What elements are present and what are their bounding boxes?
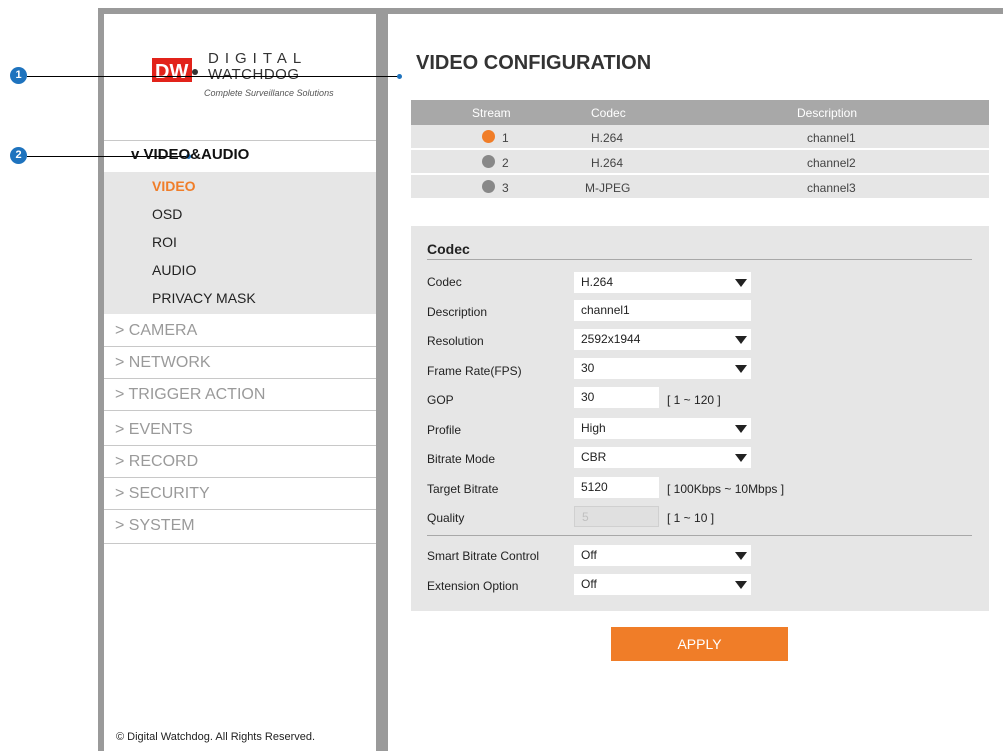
sidebar-item-camera[interactable]: > CAMERA [115, 322, 197, 340]
column-header-description: Description [797, 106, 858, 120]
sidebar-item-system[interactable]: > SYSTEM [115, 517, 195, 535]
digital-watchdog-logo: DW DIGITAL WATCHDOG Complete Surveillanc… [152, 50, 334, 110]
profile-select-value: High [581, 421, 606, 435]
column-header-stream: Stream [472, 106, 511, 120]
stream-description: channel1 [807, 131, 856, 145]
stream-number: 3 [502, 181, 509, 195]
table-row[interactable]: 1 H.264 channel1 [411, 125, 989, 150]
stream-number: 2 [502, 156, 509, 170]
frame-rate-select[interactable]: 30 [574, 358, 751, 379]
sidebar-subitem-osd[interactable]: OSD [152, 206, 182, 222]
smart-bitrate-label: Smart Bitrate Control [427, 549, 540, 563]
sidebar-item-trigger-action[interactable]: > TRIGGER ACTION [115, 386, 265, 404]
table-row[interactable]: 2 H.264 channel2 [411, 150, 989, 175]
sidebar-item-events[interactable]: > EVENTS [115, 421, 193, 439]
dropdown-arrow-icon [735, 365, 747, 373]
codec-select-value: H.264 [581, 275, 614, 289]
profile-label: Profile [427, 423, 462, 437]
bitrate-mode-select[interactable]: CBR [574, 447, 751, 468]
description-input[interactable]: channel1 [574, 300, 751, 321]
sidebar-item-security[interactable]: > SECURITY [115, 485, 210, 503]
menu-separator [104, 445, 376, 446]
stream-codec: M-JPEG [585, 181, 631, 195]
extension-option-label: Extension Option [427, 579, 519, 593]
logo-name-line2: WATCHDOG [208, 66, 300, 83]
menu-separator [104, 509, 376, 510]
panel-divider [427, 535, 972, 536]
sidebar-item-record[interactable]: > RECORD [115, 453, 198, 471]
sidebar-subitem-roi[interactable]: ROI [152, 234, 177, 250]
column-header-codec: Codec [591, 106, 626, 120]
callout-1-badge: 1 [10, 67, 27, 84]
smart-bitrate-select-value: Off [581, 548, 597, 562]
stream-radio-icon[interactable] [482, 155, 495, 168]
menu-separator [104, 477, 376, 478]
dropdown-arrow-icon [735, 454, 747, 462]
dropdown-arrow-icon [735, 581, 747, 589]
target-bitrate-input[interactable]: 5120 [574, 477, 659, 498]
dw-logo-icon: DW [152, 58, 198, 83]
profile-select[interactable]: High [574, 418, 751, 439]
logo-name-line1: DIGITAL [208, 50, 308, 67]
sidebar-item-video-audio[interactable]: v VIDEO&AUDIO [131, 146, 249, 163]
sidebar [104, 14, 376, 751]
copyright-text: © Digital Watchdog. All Rights Reserved. [116, 731, 316, 743]
codec-select[interactable]: H.264 [574, 272, 751, 293]
menu-separator [104, 346, 376, 347]
sidebar-item-network[interactable]: > NETWORK [115, 354, 211, 372]
stream-number: 1 [502, 131, 509, 145]
callout-2-badge: 2 [10, 147, 27, 164]
extension-option-select[interactable]: Off [574, 574, 751, 595]
stream-radio-selected-icon[interactable] [482, 130, 495, 143]
bitrate-mode-select-value: CBR [581, 450, 607, 464]
resolution-select[interactable]: 2592x1944 [574, 329, 751, 350]
stream-table: Stream Codec Description 1 H.264 channel… [411, 100, 989, 200]
stream-radio-icon[interactable] [482, 180, 495, 193]
quality-input: 5 [574, 506, 659, 527]
frame-rate-label: Frame Rate(FPS) [427, 364, 522, 378]
callout-1-dot [397, 74, 402, 79]
dropdown-arrow-icon [735, 336, 747, 344]
sidebar-subitem-privacy-mask[interactable]: PRIVACY MASK [152, 290, 256, 306]
stream-codec: H.264 [591, 156, 624, 170]
dropdown-arrow-icon [735, 425, 747, 433]
menu-separator [104, 140, 376, 141]
table-row[interactable]: 3 M-JPEG channel3 [411, 175, 989, 200]
sidebar-subitem-audio[interactable]: AUDIO [152, 262, 196, 278]
gop-range: [ 1 ~ 120 ] [667, 393, 721, 407]
stream-table-header: Stream Codec Description [411, 100, 989, 125]
sidebar-subitem-video[interactable]: VIDEO [152, 178, 196, 194]
target-bitrate-range: [ 100Kbps ~ 10Mbps ] [667, 482, 785, 496]
svg-text:DW: DW [155, 61, 188, 83]
quality-range: [ 1 ~ 10 ] [667, 511, 715, 525]
description-label: Description [427, 305, 488, 319]
dropdown-arrow-icon [735, 552, 747, 560]
gop-input[interactable]: 30 [574, 387, 659, 408]
codec-panel-title: Codec [427, 241, 470, 257]
codec-label: Codec [427, 275, 462, 289]
frame-rate-select-value: 30 [581, 361, 595, 375]
stream-description: channel2 [807, 156, 856, 170]
logo-tagline: Complete Surveillance Solutions [204, 88, 334, 98]
menu-separator [104, 378, 376, 379]
panel-divider [427, 259, 972, 260]
extension-option-select-value: Off [581, 577, 597, 591]
resolution-label: Resolution [427, 334, 484, 348]
stream-description: channel3 [807, 181, 856, 195]
quality-label: Quality [427, 511, 465, 525]
stream-codec: H.264 [591, 131, 624, 145]
menu-separator [104, 543, 376, 544]
target-bitrate-label: Target Bitrate [427, 482, 499, 496]
page-title: VIDEO CONFIGURATION [416, 52, 652, 74]
menu-separator [104, 410, 376, 411]
apply-button[interactable]: APPLY [611, 627, 788, 661]
resolution-select-value: 2592x1944 [581, 332, 641, 346]
bitrate-mode-label: Bitrate Mode [427, 452, 496, 466]
callout-1-line [27, 76, 399, 77]
dropdown-arrow-icon [735, 279, 747, 287]
smart-bitrate-select[interactable]: Off [574, 545, 751, 566]
gop-label: GOP [427, 393, 454, 407]
